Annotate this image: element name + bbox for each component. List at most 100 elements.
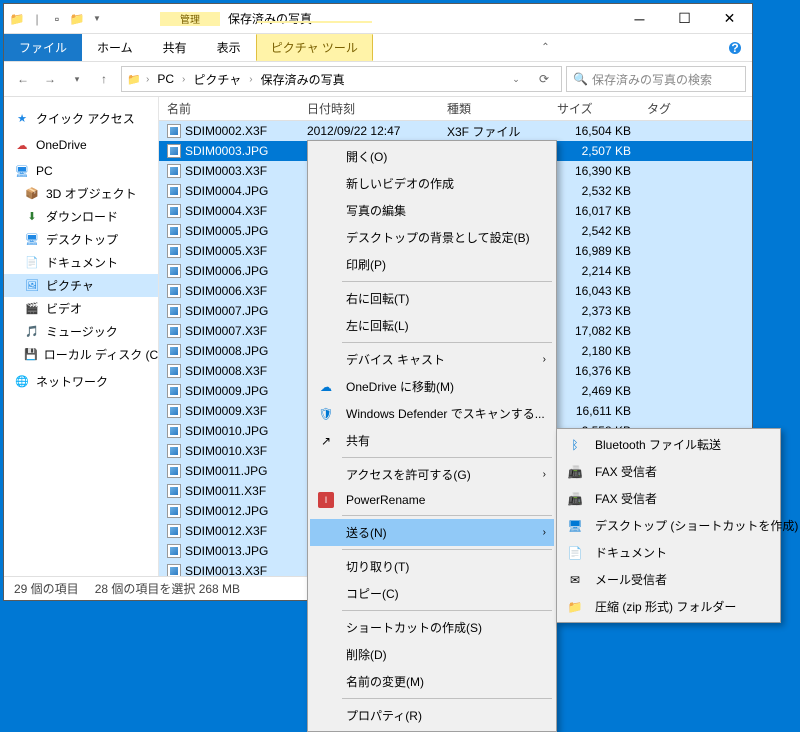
sidebar-network[interactable]: 🌐ネットワーク (4, 370, 158, 393)
sidebar-3d-objects[interactable]: 📦3D オブジェクト (4, 182, 158, 205)
cm-rename[interactable]: 名前の変更(M) (310, 668, 554, 695)
file-icon (167, 184, 181, 198)
help-icon[interactable]: ? (718, 34, 752, 61)
sidebar-quick-access[interactable]: ★クイック アクセス (4, 107, 158, 130)
sidebar-desktop[interactable]: 🖥デスクトップ (4, 228, 158, 251)
breadcrumb-folder[interactable]: 保存済みの写真 (257, 67, 349, 91)
desktop-icon: 🖥 (24, 232, 40, 248)
column-tag[interactable]: タグ (639, 97, 752, 120)
qat-dropdown-icon[interactable]: ▼ (88, 10, 106, 28)
cm-properties[interactable]: プロパティ(R) (310, 702, 554, 729)
cm-defender[interactable]: 🛡Windows Defender でスキャンする... (310, 400, 554, 427)
cm-sendto[interactable]: 送る(N)› (310, 519, 554, 546)
chevron-right-icon[interactable]: › (247, 74, 254, 85)
context-menu: 開く(O) 新しいビデオの作成 写真の編集 デスクトップの背景として設定(B) … (307, 140, 557, 732)
sidebar-pc[interactable]: 🖥PC (4, 160, 158, 182)
qat-divider: | (28, 10, 46, 28)
nav-back-button[interactable]: ← (10, 66, 36, 92)
breadcrumb[interactable]: 📁 › PC › ピクチャ › 保存済みの写真 ⌄ ⟳ (121, 66, 562, 92)
cm-delete[interactable]: 削除(D) (310, 641, 554, 668)
sidebar-downloads[interactable]: ⬇ダウンロード (4, 205, 158, 228)
nav-history-button[interactable]: ▾ (64, 66, 90, 92)
sm-documents[interactable]: 📄ドキュメント (559, 539, 778, 566)
tab-share[interactable]: 共有 (148, 34, 202, 61)
sm-bluetooth[interactable]: ᛒBluetooth ファイル転送 (559, 431, 778, 458)
titlebar: 📁 | ▫ 📁 ▼ 管理 保存済みの写真 ─ ☐ ✕ (4, 4, 752, 34)
search-input[interactable]: 🔍 保存済みの写真の検索 (566, 66, 746, 92)
sidebar-local-disk[interactable]: 💾ローカル ディスク (C:) (4, 343, 158, 366)
cm-separator (342, 281, 552, 282)
minimize-button[interactable]: ─ (617, 4, 662, 34)
file-icon (167, 384, 181, 398)
file-icon (167, 404, 181, 418)
file-icon (167, 204, 181, 218)
tab-home[interactable]: ホーム (82, 34, 148, 61)
tab-view[interactable]: 表示 (202, 34, 256, 61)
column-date[interactable]: 日付時刻 (299, 97, 439, 120)
cm-copy[interactable]: コピー(C) (310, 580, 554, 607)
sm-fax2[interactable]: 📠FAX 受信者 (559, 485, 778, 512)
cm-separator (342, 457, 552, 458)
nav-forward-button[interactable]: → (37, 66, 63, 92)
file-icon (167, 224, 181, 238)
file-icon (167, 364, 181, 378)
sm-zip[interactable]: 📁圧縮 (zip 形式) フォルダー (559, 593, 778, 620)
file-icon (167, 344, 181, 358)
breadcrumb-dropdown-icon[interactable]: ⌄ (503, 66, 529, 92)
sm-mail[interactable]: ✉メール受信者 (559, 566, 778, 593)
file-icon (167, 164, 181, 178)
close-button[interactable]: ✕ (707, 4, 752, 34)
column-type[interactable]: 種類 (439, 97, 549, 120)
maximize-button[interactable]: ☐ (662, 4, 707, 34)
column-name[interactable]: 名前 (159, 97, 299, 120)
qat-properties-icon[interactable]: ▫ (48, 10, 66, 28)
cm-share[interactable]: ↗共有 (310, 427, 554, 454)
cm-powerrename[interactable]: IPowerRename (310, 488, 554, 512)
tab-file[interactable]: ファイル (4, 34, 82, 61)
file-row[interactable]: SDIM0002.X3F2012/09/22 12:47X3F ファイル16,5… (159, 121, 752, 141)
qat-newfolder-icon[interactable]: 📁 (68, 10, 86, 28)
chevron-right-icon: › (543, 354, 546, 365)
sidebar-documents[interactable]: 📄ドキュメント (4, 251, 158, 274)
sidebar-videos[interactable]: 🎬ビデオ (4, 297, 158, 320)
breadcrumb-pictures[interactable]: ピクチャ (189, 67, 245, 91)
sidebar-onedrive[interactable]: ☁OneDrive (4, 134, 158, 156)
sm-fax1[interactable]: 📠FAX 受信者 (559, 458, 778, 485)
context-tab-label: 管理 (160, 12, 220, 26)
file-icon (167, 484, 181, 498)
ribbon-expand-icon[interactable]: ⌃ (531, 34, 559, 61)
column-headers: 名前 日付時刻 種類 サイズ タグ (159, 97, 752, 121)
cm-cut[interactable]: 切り取り(T) (310, 553, 554, 580)
cm-shortcut[interactable]: ショートカットの作成(S) (310, 614, 554, 641)
nav-sidebar: ★クイック アクセス ☁OneDrive 🖥PC 📦3D オブジェクト ⬇ダウン… (4, 97, 159, 576)
status-selection: 28 個の項目を選択 268 MB (95, 580, 240, 597)
sidebar-pictures[interactable]: 🖼ピクチャ (4, 274, 158, 297)
nav-up-button[interactable]: ↑ (91, 66, 117, 92)
cm-rotate-right[interactable]: 右に回転(T) (310, 285, 554, 312)
file-icon (167, 264, 181, 278)
document-icon: 📄 (24, 255, 40, 271)
column-size[interactable]: サイズ (549, 97, 639, 120)
cm-rotate-left[interactable]: 左に回転(L) (310, 312, 554, 339)
sm-desktop[interactable]: 🖥デスクトップ (ショートカットを作成) (559, 512, 778, 539)
cm-edit-photo[interactable]: 写真の編集 (310, 197, 554, 224)
disk-icon: 💾 (24, 347, 38, 363)
cm-onedrive[interactable]: ☁OneDrive に移動(M) (310, 373, 554, 400)
cm-cast[interactable]: デバイス キャスト› (310, 346, 554, 373)
cm-separator (342, 610, 552, 611)
sidebar-music[interactable]: 🎵ミュージック (4, 320, 158, 343)
file-icon (167, 244, 181, 258)
cm-print[interactable]: 印刷(P) (310, 251, 554, 278)
breadcrumb-pc[interactable]: PC (153, 67, 178, 91)
chevron-right-icon[interactable]: › (144, 74, 151, 85)
refresh-icon[interactable]: ⟳ (531, 66, 557, 92)
cm-access[interactable]: アクセスを許可する(G)› (310, 461, 554, 488)
cm-set-background[interactable]: デスクトップの背景として設定(B) (310, 224, 554, 251)
file-icon (167, 324, 181, 338)
cm-open[interactable]: 開く(O) (310, 143, 554, 170)
cm-new-video[interactable]: 新しいビデオの作成 (310, 170, 554, 197)
tab-picture-tools[interactable]: ピクチャ ツール (256, 34, 373, 61)
sendto-submenu: ᛒBluetooth ファイル転送 📠FAX 受信者 📠FAX 受信者 🖥デスク… (556, 428, 781, 623)
chevron-right-icon[interactable]: › (180, 74, 187, 85)
picture-icon: 🖼 (24, 278, 40, 294)
